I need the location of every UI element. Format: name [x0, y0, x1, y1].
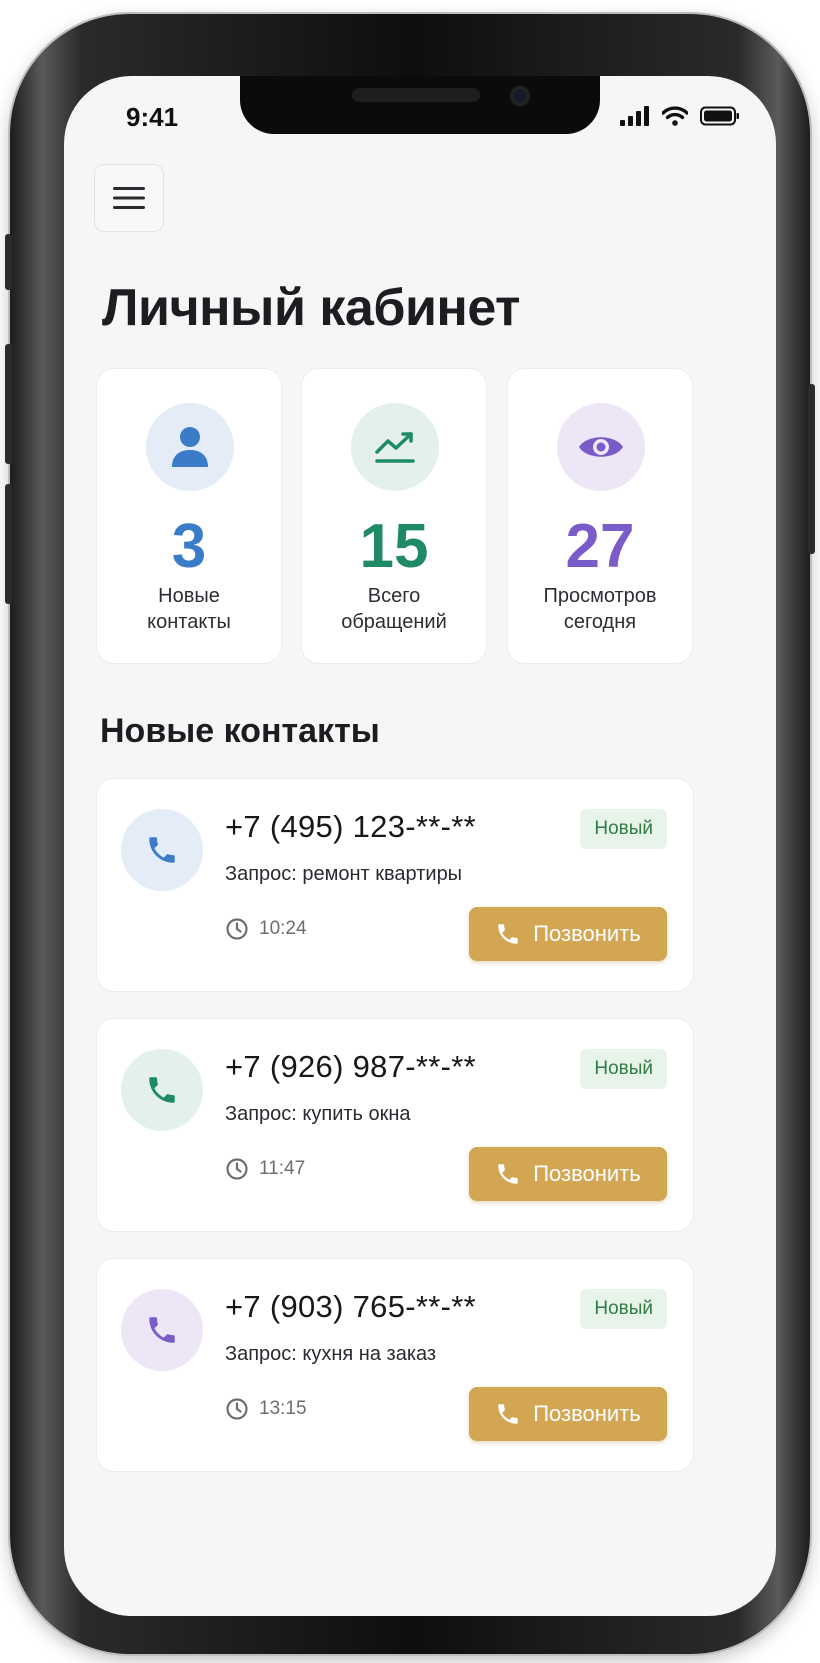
contact-request: Запрос: ремонт квартиры	[225, 863, 463, 885]
mute-switch	[5, 234, 12, 290]
phone-icon	[498, 1404, 518, 1424]
stat-label-line: Новые	[158, 585, 220, 607]
signal-icon	[620, 106, 649, 126]
stat-label-line: обращений	[341, 611, 447, 633]
page-title: Личный кабинет	[102, 279, 521, 337]
status-icons	[620, 106, 740, 126]
contact-card[interactable]: +7 (903) 765-**-** Запрос: кухня на зака…	[96, 1258, 694, 1472]
contact-phone: +7 (903) 765-**-**	[225, 1289, 476, 1324]
stat-label: Всего обращений	[308, 583, 480, 635]
contact-avatar	[121, 1289, 203, 1371]
stat-label: Просмотров сегодня	[514, 583, 686, 635]
call-button[interactable]: Позвонить	[469, 907, 667, 961]
stat-value: 15	[359, 512, 429, 581]
contact-time-row: 11:47	[225, 1157, 305, 1181]
contact-avatar	[121, 809, 203, 891]
phone-icon	[498, 924, 518, 944]
menu-icon	[113, 187, 145, 209]
contact-card[interactable]: +7 (495) 123-**-** Запрос: ремонт кварти…	[96, 778, 694, 992]
stat-icon-bg	[351, 403, 439, 491]
front-camera	[510, 86, 530, 106]
contact-phone: +7 (495) 123-**-**	[225, 809, 476, 844]
trend-up-icon	[375, 432, 415, 463]
eye-icon	[579, 437, 623, 457]
contact-card[interactable]: +7 (926) 987-**-** Запрос: купить окна 1…	[96, 1018, 694, 1232]
stat-icon-bg	[146, 403, 234, 491]
status-badge: Новый	[580, 1289, 667, 1329]
user-icon	[172, 427, 208, 467]
stat-label: Новые контакты	[103, 583, 275, 635]
screen: 9:41 Личный кабинет 3 Новые контакты 15 …	[64, 76, 776, 1616]
call-button[interactable]: Позвонить	[469, 1387, 667, 1441]
status-badge: Новый	[580, 1049, 667, 1089]
contact-time: 13:15	[259, 1398, 307, 1419]
notch	[240, 76, 600, 134]
phone-icon	[149, 1317, 175, 1343]
contact-request: Запрос: кухня на заказ	[225, 1343, 437, 1365]
volume-down-button	[5, 484, 12, 604]
battery-icon	[700, 106, 739, 126]
section-title: Новые контакты	[100, 712, 380, 750]
call-button-label: Позвонить	[533, 921, 641, 946]
stat-label-line: Всего	[367, 585, 421, 607]
call-button-label: Позвонить	[533, 1401, 641, 1426]
stat-card-new-contacts[interactable]: 3 Новые контакты	[96, 368, 282, 664]
status-time: 9:41	[126, 102, 179, 132]
contact-time: 11:47	[259, 1158, 306, 1179]
contact-time-row: 10:24	[225, 917, 307, 941]
phone-icon	[498, 1164, 518, 1184]
power-button	[808, 384, 815, 554]
menu-button[interactable]	[94, 164, 164, 232]
contact-time: 10:24	[259, 918, 307, 939]
contact-avatar	[121, 1049, 203, 1131]
clock-icon	[226, 1398, 248, 1420]
phone-icon	[149, 837, 175, 863]
speaker-grille	[352, 88, 480, 102]
call-button[interactable]: Позвонить	[469, 1147, 667, 1201]
status-badge: Новый	[580, 809, 667, 849]
wifi-icon	[662, 106, 688, 126]
stat-card-views-today[interactable]: 27 Просмотров сегодня	[507, 368, 693, 664]
contact-time-row: 13:15	[225, 1397, 307, 1421]
stat-value: 27	[565, 512, 635, 581]
contact-request: Запрос: купить окна	[225, 1103, 411, 1125]
stat-label-line: сегодня	[563, 611, 637, 633]
contact-phone: +7 (926) 987-**-**	[225, 1049, 476, 1084]
stat-icon-bg	[557, 403, 645, 491]
stat-value: 3	[171, 512, 207, 581]
volume-up-button	[5, 344, 12, 464]
call-button-label: Позвонить	[533, 1161, 641, 1186]
clock-icon	[226, 918, 248, 940]
phone-frame: 9:41 Личный кабинет 3 Новые контакты 15 …	[5, 14, 815, 1654]
stat-label-line: Просмотров	[543, 585, 657, 607]
clock-icon	[226, 1158, 248, 1180]
stat-label-line: контакты	[147, 611, 231, 633]
phone-icon	[149, 1077, 175, 1103]
stat-card-total-requests[interactable]: 15 Всего обращений	[301, 368, 487, 664]
